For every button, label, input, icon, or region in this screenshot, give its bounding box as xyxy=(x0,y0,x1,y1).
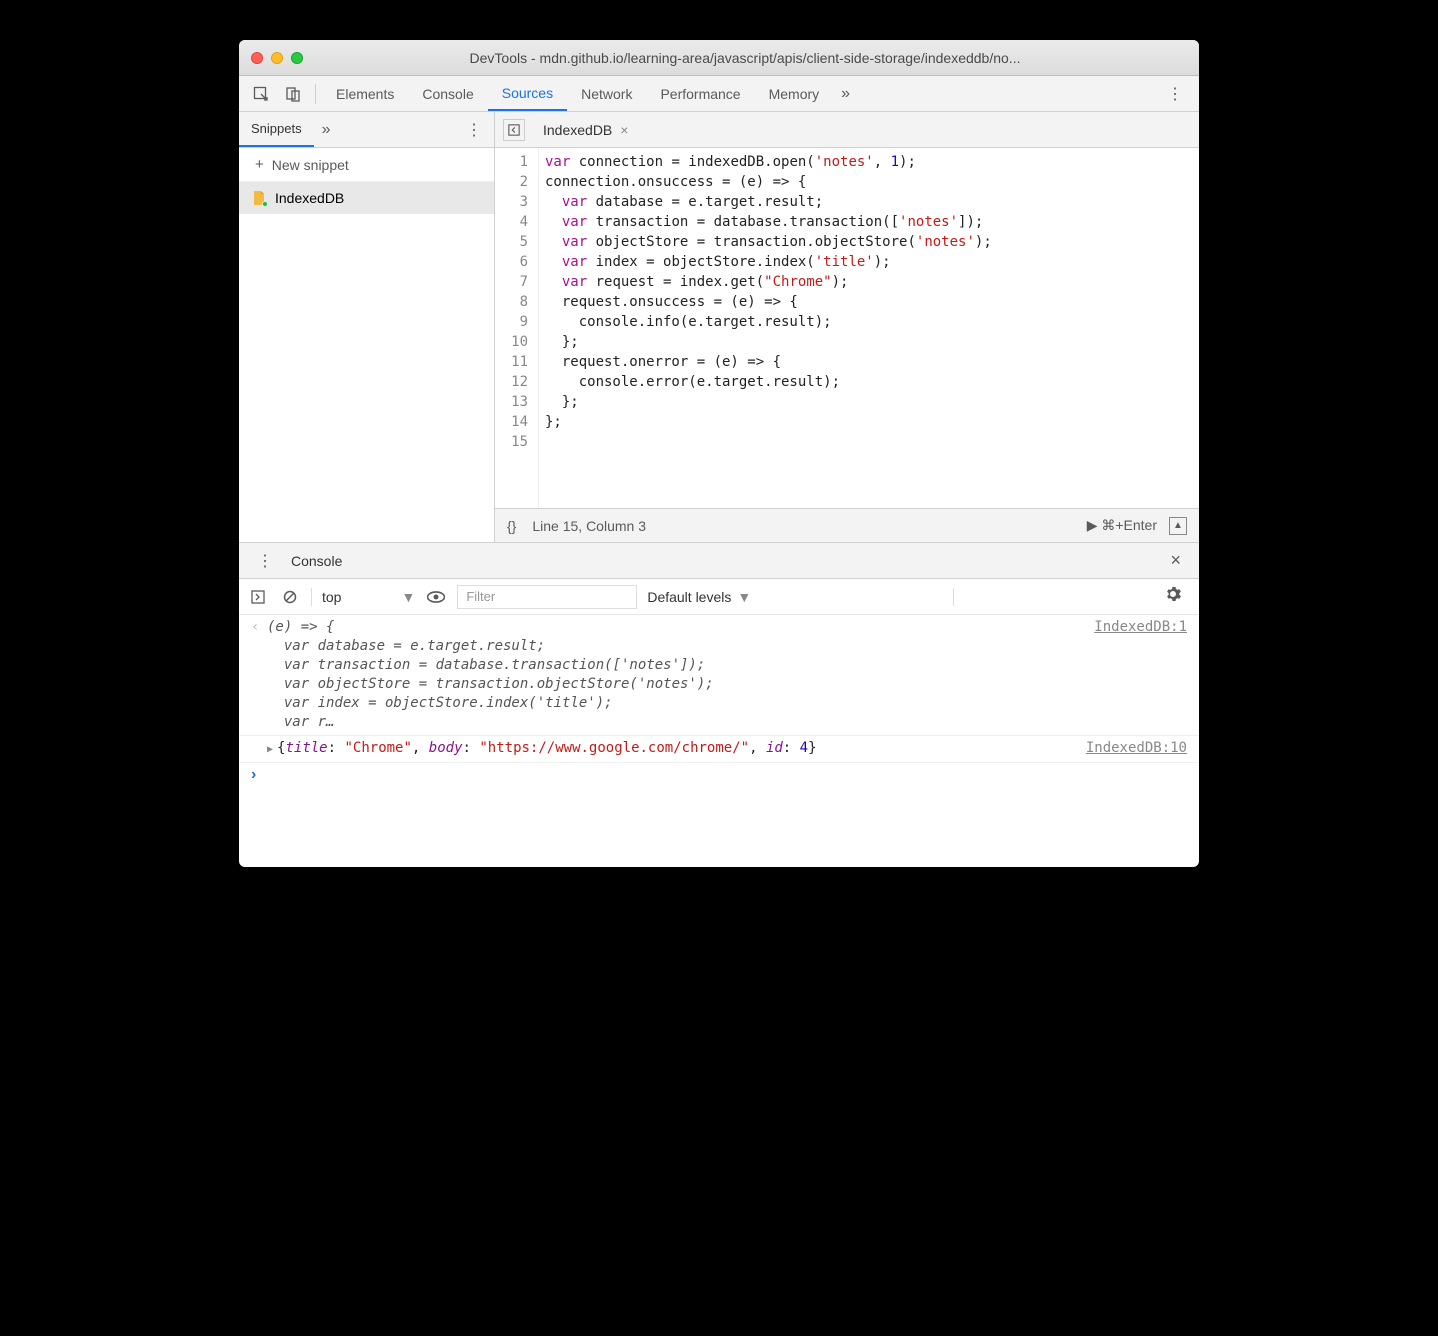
tabs-overflow-button[interactable]: » xyxy=(833,85,858,103)
maximize-window-button[interactable] xyxy=(291,52,303,64)
minimize-window-button[interactable] xyxy=(271,52,283,64)
console-menu-button[interactable]: ⋮ xyxy=(247,551,283,571)
toggle-drawer-icon[interactable]: ▲ xyxy=(1169,517,1187,535)
sidebar-tab-snippets[interactable]: Snippets xyxy=(239,112,314,147)
tab-console[interactable]: Console xyxy=(408,76,487,111)
editor-tab-indexeddb[interactable]: IndexedDB × xyxy=(537,122,634,138)
toggle-navigator-icon[interactable] xyxy=(503,119,525,141)
sources-workspace: Snippets » ⋮ + New snippet IndexedDB xyxy=(239,112,1199,542)
sidebar-header: Snippets » ⋮ xyxy=(239,112,494,148)
line-gutter: 123456789101112131415 xyxy=(495,148,539,508)
window-title: DevTools - mdn.github.io/learning-area/j… xyxy=(303,50,1187,66)
console-settings-icon[interactable] xyxy=(1155,586,1191,607)
dropdown-icon: ▼ xyxy=(737,589,751,605)
format-button[interactable]: {} xyxy=(507,518,516,534)
unsaved-indicator-icon xyxy=(262,201,268,207)
close-window-button[interactable] xyxy=(251,52,263,64)
sidebar-overflow-button[interactable]: » xyxy=(314,121,339,139)
toggle-sidebar-icon[interactable] xyxy=(247,586,269,608)
dropdown-icon: ▼ xyxy=(401,589,415,605)
log-levels-selector[interactable]: Default levels ▼ xyxy=(647,589,751,605)
live-expression-icon[interactable] xyxy=(425,586,447,608)
editor-pane: IndexedDB × 123456789101112131415 var co… xyxy=(495,112,1199,542)
plus-icon: + xyxy=(255,156,264,173)
main-tabbar: Elements Console Sources Network Perform… xyxy=(239,76,1199,112)
titlebar: DevTools - mdn.github.io/learning-area/j… xyxy=(239,40,1199,76)
snippet-item-indexeddb[interactable]: IndexedDB xyxy=(239,182,494,214)
new-snippet-label: New snippet xyxy=(272,157,349,173)
sources-sidebar: Snippets » ⋮ + New snippet IndexedDB xyxy=(239,112,495,542)
sidebar-menu-button[interactable]: ⋮ xyxy=(454,120,494,140)
filter-input[interactable]: Filter xyxy=(457,585,637,609)
console-output[interactable]: ‹(e) => { var database = e.target.result… xyxy=(239,615,1199,763)
new-snippet-button[interactable]: + New snippet xyxy=(239,148,494,182)
tab-sources[interactable]: Sources xyxy=(488,76,567,111)
console-title: Console xyxy=(283,553,350,569)
tab-performance[interactable]: Performance xyxy=(646,76,754,111)
tab-memory[interactable]: Memory xyxy=(755,76,834,111)
tab-elements[interactable]: Elements xyxy=(322,76,408,111)
tab-network[interactable]: Network xyxy=(567,76,646,111)
traffic-lights xyxy=(251,52,303,64)
console-toolbar: top ▼ Filter Default levels ▼ xyxy=(239,579,1199,615)
console-header: ⋮ Console × xyxy=(239,543,1199,579)
editor-statusbar: {} Line 15, Column 3 ▶ ⌘+Enter ▲ xyxy=(495,508,1199,542)
snippet-file-icon xyxy=(251,190,267,206)
editor-tabbar: IndexedDB × xyxy=(495,112,1199,148)
console-drawer: ⋮ Console × top ▼ Filter Default le xyxy=(239,542,1199,867)
close-drawer-button[interactable]: × xyxy=(1160,550,1191,571)
settings-menu-button[interactable]: ⋮ xyxy=(1157,84,1193,104)
cursor-position: Line 15, Column 3 xyxy=(532,518,646,534)
close-tab-button[interactable]: × xyxy=(620,122,628,138)
clear-console-icon[interactable] xyxy=(279,586,301,608)
snippet-item-label: IndexedDB xyxy=(275,190,344,206)
code-content[interactable]: var connection = indexedDB.open('notes',… xyxy=(539,148,1199,508)
device-toggle-icon[interactable] xyxy=(281,82,305,106)
devtools-window: DevTools - mdn.github.io/learning-area/j… xyxy=(239,40,1199,867)
console-prompt[interactable]: › xyxy=(239,763,1199,787)
code-editor[interactable]: 123456789101112131415 var connection = i… xyxy=(495,148,1199,508)
inspect-icon[interactable] xyxy=(249,82,273,106)
editor-tab-label: IndexedDB xyxy=(543,122,612,138)
context-selector[interactable]: top ▼ xyxy=(322,589,415,605)
run-snippet-button[interactable]: ▶ ⌘+Enter xyxy=(1087,517,1157,534)
